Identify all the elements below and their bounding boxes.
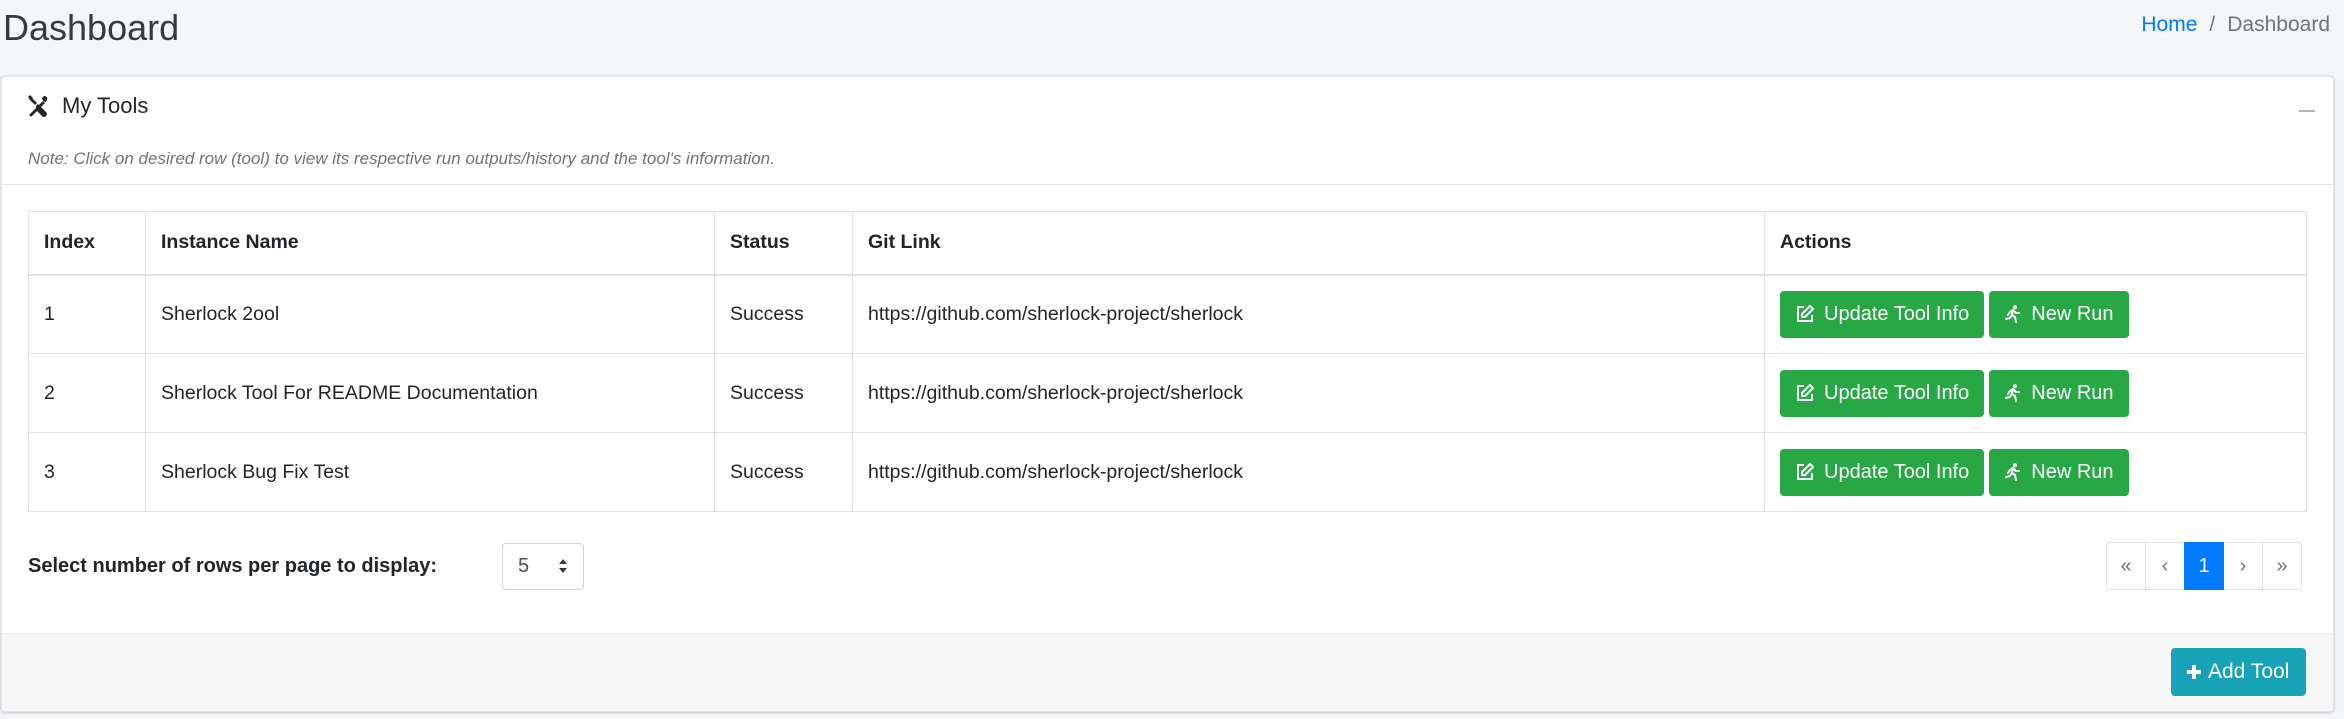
cell-status: Success <box>714 353 853 433</box>
add-tool-label: Add Tool <box>2208 660 2290 683</box>
edit-icon <box>1797 463 1814 480</box>
cell-status: Success <box>714 274 853 354</box>
cell-instance-name: Sherlock 2ool <box>145 274 715 354</box>
breadcrumb-home-link[interactable]: Home <box>2141 12 2197 38</box>
add-tool-button[interactable]: Add Tool <box>2171 648 2307 696</box>
page-prev-button[interactable]: ‹ <box>2145 542 2185 590</box>
breadcrumb: Home / Dashboard <box>2141 12 2330 38</box>
cell-index: 2 <box>28 353 146 433</box>
table-row[interactable]: 3 Sherlock Bug Fix Test Success https://… <box>28 432 2307 512</box>
page-title: Dashboard <box>3 7 180 48</box>
minus-icon <box>2299 110 2315 112</box>
table-header-row: Index Instance Name Status Git Link Acti… <box>28 211 2307 276</box>
new-run-button[interactable]: New Run <box>1989 290 2129 338</box>
cell-index: 3 <box>28 432 146 512</box>
cell-actions: Update Tool Info New Run <box>1764 274 2307 354</box>
tools-icon <box>28 95 48 117</box>
cell-instance-name: Sherlock Bug Fix Test <box>145 432 715 512</box>
card-footer <box>2 633 2333 711</box>
running-icon <box>2005 463 2021 481</box>
new-run-button[interactable]: New Run <box>1989 369 2129 417</box>
cell-index: 1 <box>28 274 146 354</box>
tools-table: Index Instance Name Status Git Link Acti… <box>28 211 2307 512</box>
cell-actions: Update Tool Info New Run <box>1764 353 2307 433</box>
column-header-index: Index <box>28 211 146 276</box>
column-header-status: Status <box>714 211 853 276</box>
update-tool-info-label: Update Tool Info <box>1824 460 1970 483</box>
card-header: My Tools Note: Click on desired row (too… <box>2 77 2333 185</box>
page-header: Dashboard Home / Dashboard <box>0 0 2344 60</box>
collapse-button[interactable] <box>2295 99 2319 123</box>
cell-status: Success <box>714 432 853 512</box>
page-number-button[interactable]: 1 <box>2184 542 2224 590</box>
breadcrumb-separator: / <box>2209 13 2216 36</box>
column-header-actions: Actions <box>1764 211 2307 276</box>
column-header-instance-name: Instance Name <box>145 211 715 276</box>
page-next-button[interactable]: › <box>2223 542 2263 590</box>
running-icon <box>2005 384 2021 402</box>
my-tools-card: My Tools Note: Click on desired row (too… <box>1 76 2334 712</box>
card-title-text: My Tools <box>62 93 149 118</box>
cell-instance-name: Sherlock Tool For README Documentation <box>145 353 715 433</box>
plus-icon <box>2187 665 2201 679</box>
table-row[interactable]: 1 Sherlock 2ool Success https://github.c… <box>28 274 2307 354</box>
cell-git-link: https://github.com/sherlock-project/sher… <box>852 432 1765 512</box>
edit-icon <box>1797 384 1814 401</box>
new-run-label: New Run <box>2031 460 2114 483</box>
card-note: Note: Click on desired row (tool) to vie… <box>28 149 775 168</box>
pagination: « ‹ 1 › » <box>2106 542 2302 590</box>
cell-actions: Update Tool Info New Run <box>1764 432 2307 512</box>
column-header-git-link: Git Link <box>852 211 1765 276</box>
page-last-button[interactable]: » <box>2262 542 2302 590</box>
rows-per-page-select[interactable]: 5 <box>502 543 584 590</box>
new-run-label: New Run <box>2031 381 2114 404</box>
update-tool-info-button[interactable]: Update Tool Info <box>1780 448 1985 496</box>
cell-git-link: https://github.com/sherlock-project/sher… <box>852 274 1765 354</box>
select-arrows-icon <box>559 559 567 573</box>
running-icon <box>2005 305 2021 324</box>
page-first-button[interactable]: « <box>2106 542 2146 590</box>
update-tool-info-label: Update Tool Info <box>1824 302 1970 325</box>
breadcrumb-current: Dashboard <box>2227 13 2330 36</box>
new-run-button[interactable]: New Run <box>1989 448 2129 496</box>
new-run-label: New Run <box>2031 302 2114 325</box>
update-tool-info-button[interactable]: Update Tool Info <box>1780 290 1985 338</box>
table-row[interactable]: 2 Sherlock Tool For README Documentation… <box>28 353 2307 433</box>
card-title: My Tools <box>26 91 148 121</box>
update-tool-info-button[interactable]: Update Tool Info <box>1780 369 1985 417</box>
update-tool-info-label: Update Tool Info <box>1824 381 1970 404</box>
rows-per-page-label: Select number of rows per page to displa… <box>28 555 437 577</box>
cell-git-link: https://github.com/sherlock-project/sher… <box>852 353 1765 433</box>
rows-per-page-value: 5 <box>518 555 530 577</box>
edit-icon <box>1797 305 1814 323</box>
